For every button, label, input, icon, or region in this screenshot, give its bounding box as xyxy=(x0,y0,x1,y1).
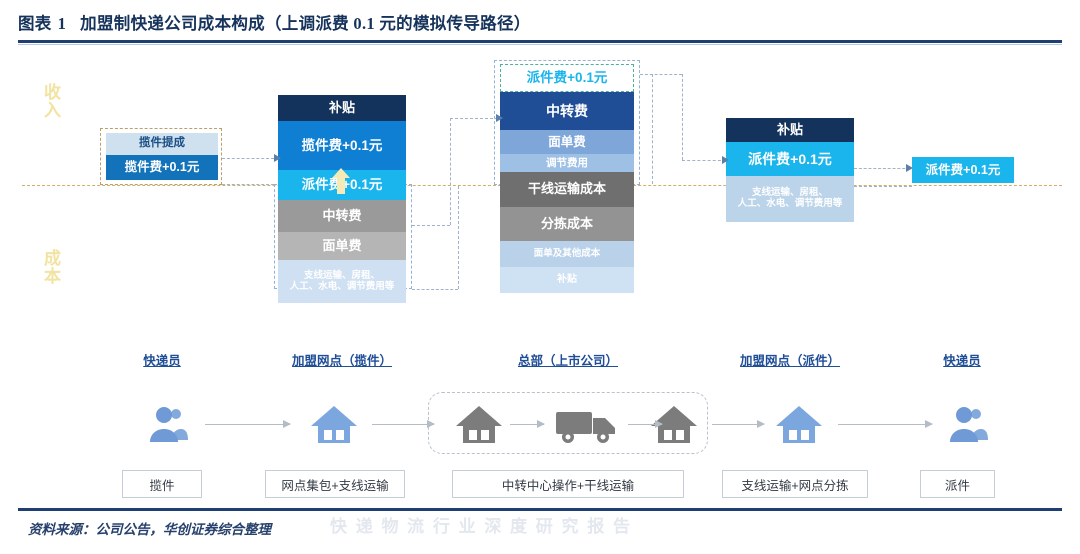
house-icon xyxy=(455,402,503,446)
diagram-root: 图表 1 加盟制快递公司成本构成（上调派费 0.1 元的模拟传导路径） 收 入 成 … xyxy=(0,0,1080,554)
cost-cell: 中转费 xyxy=(500,92,634,130)
cost-cell: 支线运输、房租、 人工、水电、调节费用等 xyxy=(278,260,406,303)
person-icon xyxy=(145,402,189,446)
stack-courier-delivery: 派件费+0.1元 xyxy=(912,157,1014,183)
cost-cell: 调节费用 xyxy=(500,154,634,172)
connector-segment xyxy=(854,186,912,187)
house-icon xyxy=(775,402,823,446)
cost-cell: 派件费+0.1元 xyxy=(726,142,854,176)
stack-outlet-pickup: 补贴揽件费+0.1元派件费+0.1元中转费面单费支线运输、房租、 人工、水电、调… xyxy=(278,95,406,303)
process-step-box: 网点集包+支线运输 xyxy=(265,470,405,498)
process-step-box: 支线运输+网点分拣 xyxy=(722,470,868,498)
connector-segment xyxy=(458,186,459,289)
stack-courier-pickup: 揽件提成 揽件费+0.1元 xyxy=(106,133,218,180)
house-icon xyxy=(310,402,358,446)
stack-headquarters: 派件费+0.1元 中转费 面单费 调节费用 干线运输成本 分拣成本 面单及其他成本 补贴 xyxy=(500,64,634,293)
connector-segment xyxy=(640,74,682,75)
process-arrow xyxy=(205,418,291,431)
cost-cell: 面单费 xyxy=(500,130,634,154)
cost-cell: 中转费 xyxy=(278,200,406,232)
node-label-courier-delivery: 快递员 xyxy=(943,354,981,368)
process-arrow xyxy=(712,418,765,431)
connector-segment xyxy=(450,118,451,225)
cost-cell: 派件费+0.1元 xyxy=(912,157,1014,183)
page-title: 图表 1 加盟制快递公司成本构成（上调派费 0.1 元的模拟传导路径） xyxy=(18,10,531,34)
connector-segment xyxy=(450,118,498,119)
exhibit-number: 1 xyxy=(57,14,67,33)
cost-cell: 揽件费+0.1元 xyxy=(106,155,218,180)
exhibit-label: 图表 xyxy=(18,14,52,33)
cost-cell: 派件费+0.1元 xyxy=(500,64,634,92)
cost-cell: 揽件提成 xyxy=(106,133,218,155)
process-arrow xyxy=(510,418,545,431)
title-text: 加盟制快递公司成本构成（上调派费 0.1 元的模拟传导路径） xyxy=(80,14,531,33)
cost-cell: 支线运输、房租、 人工、水电、调节费用等 xyxy=(726,176,854,222)
connector-segment xyxy=(222,158,274,159)
connector-segment xyxy=(682,74,683,160)
person-icon xyxy=(945,402,989,446)
connector-segment xyxy=(854,168,910,169)
connector-arrowhead xyxy=(906,164,913,172)
node-label-outlet-pickup: 加盟网点（揽件） xyxy=(291,354,392,368)
connector-arrowhead xyxy=(496,114,503,122)
process-arrow xyxy=(628,418,663,431)
increase-arrow-icon xyxy=(332,168,350,194)
connector-arrowhead xyxy=(274,154,281,162)
footer-divider xyxy=(18,508,1062,511)
connector-segment xyxy=(222,184,274,185)
truck-icon xyxy=(555,402,619,446)
title-divider-thin xyxy=(18,43,1062,45)
label-income: 收 入 xyxy=(44,83,62,120)
node-label-outlet-delivery: 加盟网点（派件） xyxy=(739,354,840,368)
cost-cell: 分拣成本 xyxy=(500,207,634,241)
connector-segment xyxy=(652,74,653,184)
watermark: 快 递 物 流 行 业 深 度 研 究 报 告 xyxy=(330,517,632,536)
stack-outlet-delivery: 补贴 派件费+0.1元 支线运输、房租、 人工、水电、调节费用等 xyxy=(726,118,854,222)
connector-segment xyxy=(682,160,726,161)
cost-cell: 补贴 xyxy=(726,118,854,142)
cost-cell: 面单及其他成本 xyxy=(500,241,634,267)
cost-cell: 面单费 xyxy=(278,232,406,260)
cost-cell: 补贴 xyxy=(500,267,634,293)
process-arrow xyxy=(372,418,435,431)
cost-cell: 干线运输成本 xyxy=(500,172,634,207)
source-note: 资料来源：公司公告，华创证券综合整理 xyxy=(28,522,271,537)
cost-cell: 补贴 xyxy=(278,95,406,121)
connector-segment xyxy=(412,289,458,290)
process-step-box: 揽件 xyxy=(122,470,202,498)
process-step-box: 中转中心操作+干线运输 xyxy=(452,470,684,498)
connector-arrowhead xyxy=(722,156,729,164)
connector-segment xyxy=(412,225,450,226)
node-label-courier-pickup: 快递员 xyxy=(143,354,181,368)
process-arrow xyxy=(838,418,933,431)
label-cost: 成 本 xyxy=(44,249,62,286)
process-step-box: 派件 xyxy=(920,470,995,498)
cost-cell: 揽件费+0.1元 xyxy=(278,121,406,170)
node-label-headquarters: 总部（上市公司） xyxy=(517,354,618,368)
